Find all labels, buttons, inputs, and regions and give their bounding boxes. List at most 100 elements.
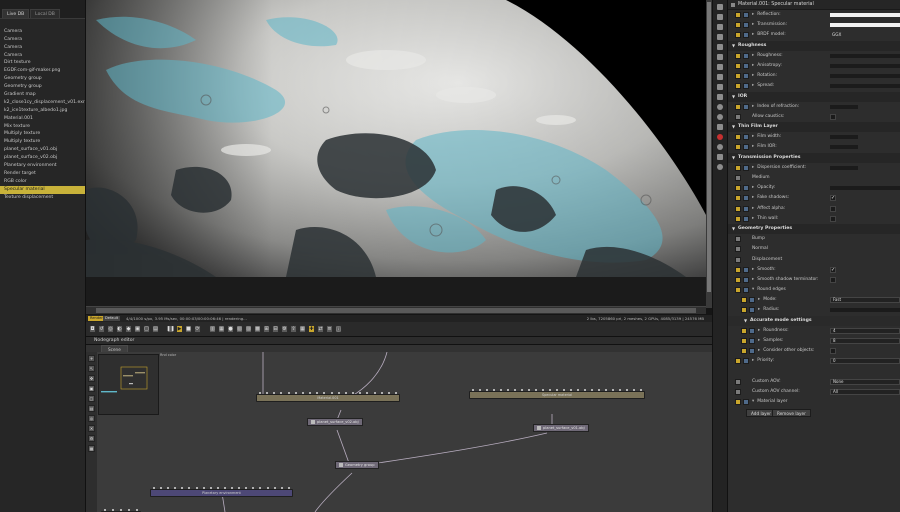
node-pin[interactable] bbox=[273, 392, 276, 394]
group-icon[interactable]: ▣ bbox=[88, 385, 95, 392]
environment-icon[interactable] bbox=[717, 74, 723, 80]
param-transmission[interactable]: ▸ Transmission: bbox=[728, 20, 900, 30]
thin-wall-checkbox[interactable] bbox=[830, 215, 836, 222]
value-slider[interactable] bbox=[830, 186, 900, 191]
texture-icon[interactable] bbox=[743, 358, 749, 365]
node-pin[interactable] bbox=[245, 487, 248, 489]
section-accurate-mode[interactable]: ▼ Accurate mode settings bbox=[728, 315, 900, 326]
param-allow-caustics[interactable]: Allow caustics: bbox=[728, 112, 900, 122]
reset-camera-icon[interactable]: ↺ bbox=[98, 325, 105, 333]
texture-icon[interactable] bbox=[743, 195, 749, 202]
pin-icon[interactable] bbox=[741, 348, 747, 355]
pin-icon[interactable] bbox=[735, 52, 741, 59]
scene-item[interactable]: Render target bbox=[0, 170, 85, 178]
param-smooth[interactable]: ▸ Smooth: ✓ bbox=[728, 265, 900, 275]
pin-icon[interactable] bbox=[741, 338, 747, 344]
texture-icon[interactable] bbox=[743, 73, 749, 80]
focus-picker-icon[interactable]: ◎ bbox=[107, 325, 114, 333]
texture-icon[interactable] bbox=[749, 297, 755, 304]
texture-icon[interactable] bbox=[749, 338, 755, 344]
image-icon[interactable] bbox=[717, 14, 723, 20]
scene-item[interactable]: k2_ice1texture_albedo1.jpg bbox=[0, 107, 85, 115]
section-ior[interactable]: ▼ IOR bbox=[728, 91, 900, 102]
node-pin[interactable] bbox=[120, 509, 122, 511]
node-pins[interactable] bbox=[472, 389, 642, 392]
smooth-checkbox[interactable]: ✓ bbox=[830, 266, 836, 273]
scene-item[interactable]: Camera bbox=[0, 44, 85, 52]
node-pin[interactable] bbox=[528, 389, 530, 391]
node-pin[interactable] bbox=[352, 392, 355, 394]
pin-icon[interactable] bbox=[735, 103, 741, 110]
param-bump[interactable]: Bump bbox=[728, 234, 900, 244]
pin-icon[interactable] bbox=[735, 164, 741, 171]
pin-icon[interactable] bbox=[735, 205, 741, 212]
section-transmission[interactable]: ▼ Transmission Properties bbox=[728, 152, 900, 163]
node-pin[interactable] bbox=[112, 509, 114, 511]
texture-icon[interactable] bbox=[743, 205, 749, 212]
scene-item[interactable]: Multiply texture bbox=[0, 130, 85, 138]
affect-alpha-checkbox[interactable] bbox=[830, 205, 836, 212]
node-pin[interactable] bbox=[153, 487, 155, 489]
gradient-icon[interactable] bbox=[717, 34, 723, 40]
texture-icon[interactable] bbox=[749, 327, 755, 334]
sync-icon[interactable]: ⇄ bbox=[317, 325, 324, 333]
node-pin[interactable] bbox=[160, 487, 163, 489]
scene-item[interactable]: Geometry group bbox=[0, 83, 85, 91]
node-pins[interactable] bbox=[153, 487, 290, 490]
node-planetary-environment[interactable]: Planetary environment bbox=[150, 487, 293, 497]
nodegraph-minimap[interactable] bbox=[98, 354, 159, 415]
pin-icon[interactable] bbox=[735, 215, 741, 222]
node-pin[interactable] bbox=[535, 389, 537, 391]
node-pin[interactable] bbox=[514, 389, 516, 391]
param-spread[interactable]: ▸ Spread: bbox=[728, 81, 900, 91]
node-pin[interactable] bbox=[259, 392, 261, 394]
node-pin[interactable] bbox=[167, 487, 170, 489]
transform-icon[interactable] bbox=[717, 124, 723, 130]
node-pin[interactable] bbox=[493, 389, 495, 391]
material-icon[interactable] bbox=[717, 114, 723, 120]
param-priority[interactable]: ▸ Priority: 0 bbox=[728, 356, 900, 366]
node-pin[interactable] bbox=[259, 487, 262, 489]
pin-icon[interactable] bbox=[735, 287, 741, 294]
node-pin[interactable] bbox=[330, 392, 333, 394]
scene-item[interactable]: Geometry group bbox=[0, 75, 85, 83]
node-geometry-group[interactable]: Geometry group bbox=[335, 461, 379, 469]
scene-item[interactable]: Gradient map bbox=[0, 91, 85, 99]
texture-icon[interactable] bbox=[743, 144, 749, 151]
pin-icon[interactable] bbox=[735, 73, 741, 80]
texture-icon[interactable] bbox=[717, 24, 723, 30]
node-pin[interactable] bbox=[195, 487, 198, 489]
node-planet-surface-v02[interactable]: planet_surface_v02.obj bbox=[307, 418, 363, 426]
lock-icon[interactable]: ▥ bbox=[209, 325, 216, 333]
delete-node-icon[interactable]: ✕ bbox=[88, 425, 95, 432]
consider-other-objects-checkbox[interactable] bbox=[830, 348, 836, 355]
subsample-icon[interactable]: ▧ bbox=[236, 325, 243, 333]
texture-icon[interactable] bbox=[743, 22, 749, 29]
region-render-icon[interactable]: ▢ bbox=[143, 325, 150, 333]
param-rotation[interactable]: ▸ Rotation: bbox=[728, 71, 900, 81]
texture-icon[interactable] bbox=[743, 103, 749, 110]
node-pin[interactable] bbox=[591, 389, 593, 391]
node-pin[interactable] bbox=[202, 487, 205, 489]
pin-icon[interactable] bbox=[735, 266, 741, 273]
node-pin[interactable] bbox=[479, 389, 481, 391]
texture-icon[interactable] bbox=[743, 32, 749, 39]
param-anisotropy[interactable]: ▸ Anisotropy: bbox=[728, 61, 900, 71]
cursor-icon[interactable] bbox=[717, 4, 723, 10]
node-pin[interactable] bbox=[380, 392, 383, 394]
param-material-layer[interactable]: ▾ Material layer bbox=[728, 397, 900, 407]
node-pin[interactable] bbox=[216, 487, 219, 489]
texture-icon[interactable] bbox=[743, 185, 749, 192]
node-pin[interactable] bbox=[136, 509, 138, 511]
pin-icon[interactable] bbox=[735, 388, 741, 395]
section-roughness[interactable]: ▼ Roughness bbox=[728, 40, 900, 51]
texture-icon[interactable] bbox=[743, 62, 749, 69]
scene-item[interactable]: Camera bbox=[0, 36, 85, 44]
texture-icon[interactable] bbox=[743, 12, 749, 18]
node-pin[interactable] bbox=[640, 389, 642, 391]
node-pin[interactable] bbox=[612, 389, 614, 391]
restart-icon[interactable]: ⟳ bbox=[194, 325, 201, 333]
param-thin-wall[interactable]: ▸ Thin wall: bbox=[728, 214, 900, 224]
texture-icon[interactable] bbox=[743, 83, 749, 90]
node-pin[interactable] bbox=[209, 487, 212, 489]
